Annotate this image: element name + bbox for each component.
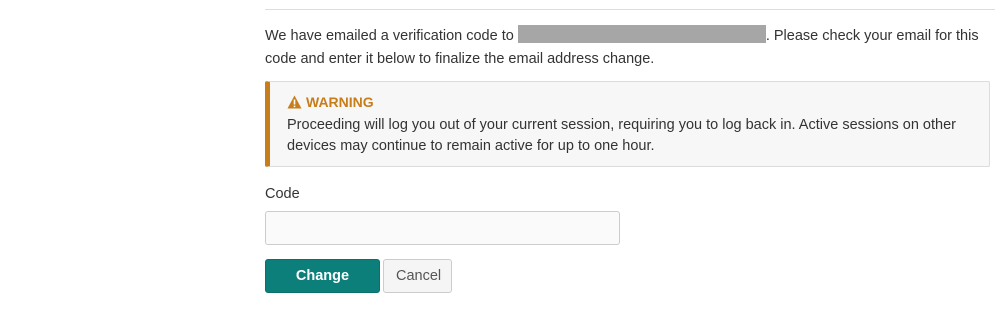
- code-input[interactable]: [265, 211, 620, 245]
- top-divider: [265, 9, 995, 10]
- warning-callout: WARNING Proceeding will log you out of y…: [265, 81, 990, 167]
- warning-message: Proceeding will log you out of your curr…: [287, 117, 956, 154]
- verification-message-start: We have emailed a verification code to: [265, 28, 518, 44]
- verification-message: We have emailed a verification code to .…: [265, 25, 995, 71]
- code-label: Code: [265, 186, 300, 202]
- redacted-email: [517, 25, 766, 43]
- warning-title: WARNING: [306, 94, 374, 110]
- warning-triangle-icon: [287, 95, 302, 109]
- cancel-button[interactable]: Cancel: [383, 259, 452, 293]
- warning-heading: WARNING: [287, 93, 374, 111]
- change-email-button[interactable]: Change email: [265, 259, 380, 316]
